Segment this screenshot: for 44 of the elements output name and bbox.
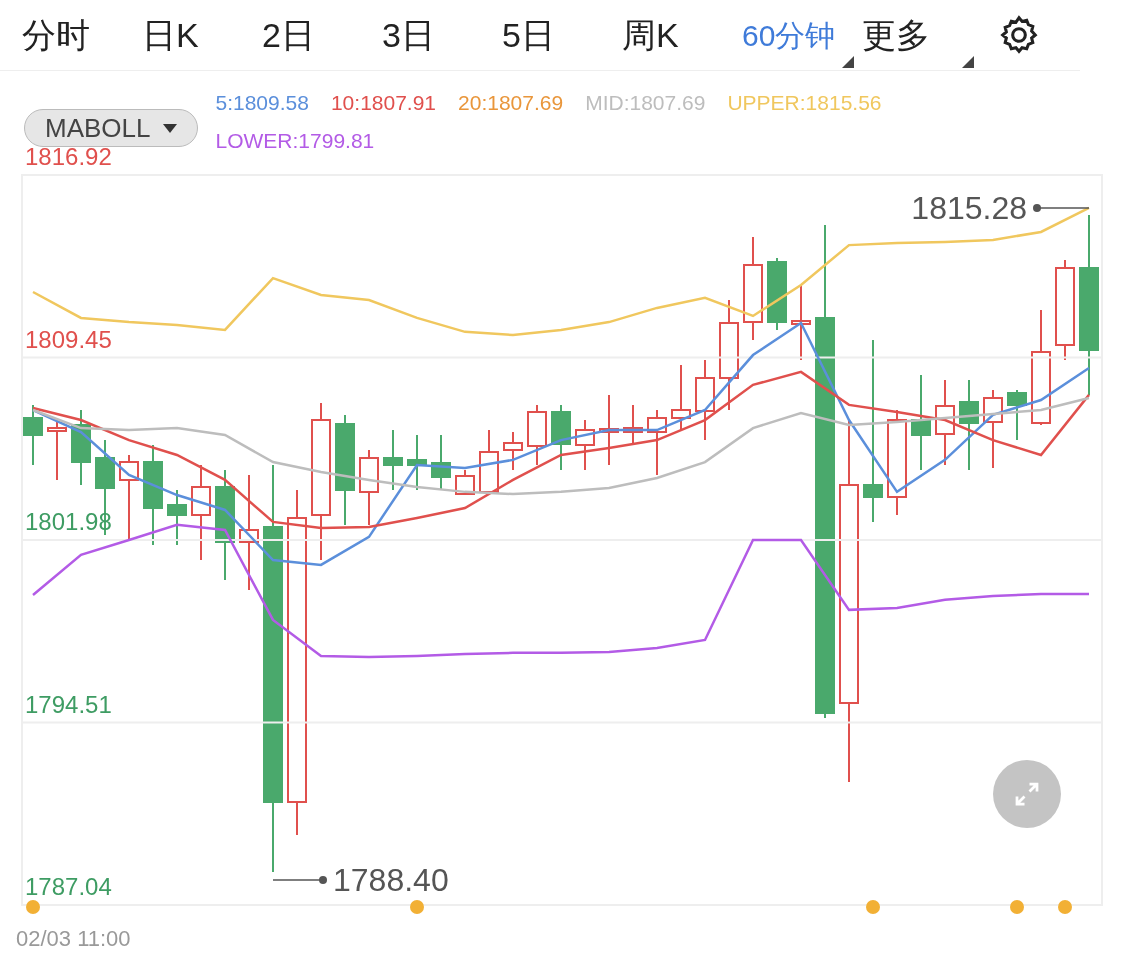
event-dot-icon [866,900,880,914]
candlestick [383,429,403,491]
candlestick [1007,389,1027,441]
legend-value: MID:1807.69 [585,90,706,116]
y-axis-label: 1809.45 [25,325,112,353]
time-label: 02/03 11:00 [15,925,132,953]
legend-value: LOWER:1799.81 [215,127,375,154]
period-tab[interactable]: 5日 [502,2,622,68]
legend-value: UPPER:1815.56 [727,90,882,116]
caret-icon [162,123,177,133]
candlestick [575,419,595,471]
price-annotation: 1815.28 [911,190,1027,226]
price-annotation: 1788.40 [333,862,449,898]
event-dot-icon [410,900,424,914]
candlestick [23,404,43,466]
period-tab[interactable]: 60分钟 [742,2,862,68]
candlestick [551,404,571,471]
candlestick [671,364,691,431]
candlestick [623,404,643,446]
legend-value: 10:1807.91 [330,90,437,116]
candlestick [407,434,427,491]
period-tab[interactable]: 更多 [862,2,982,68]
event-dot-icon [1010,900,1024,914]
candlestick [431,434,451,491]
period-tab[interactable]: 周K [622,2,742,68]
period-tab[interactable]: 日K [142,2,262,68]
candlestick [527,404,547,466]
candlestick [503,431,523,471]
leader-line [272,876,327,884]
event-dot-icon [1058,900,1072,914]
y-axis-label: 1794.51 [25,690,112,718]
event-dot-icon [26,900,40,914]
candlestick [599,394,619,466]
candlestick [647,409,667,476]
legend-value: 20:1807.69 [458,90,564,116]
period-tab[interactable]: 分时 [22,2,142,68]
leader-line [1033,204,1090,212]
candlestick [47,419,67,481]
indicator-dropdown[interactable]: MABOLL [24,109,198,147]
period-tab[interactable]: 2日 [262,2,382,68]
legend-value: 5:1809.58 [215,90,309,116]
candlestick [167,489,187,546]
period-tab[interactable]: 3日 [382,2,502,68]
y-axis-label: 1787.04 [25,873,112,900]
